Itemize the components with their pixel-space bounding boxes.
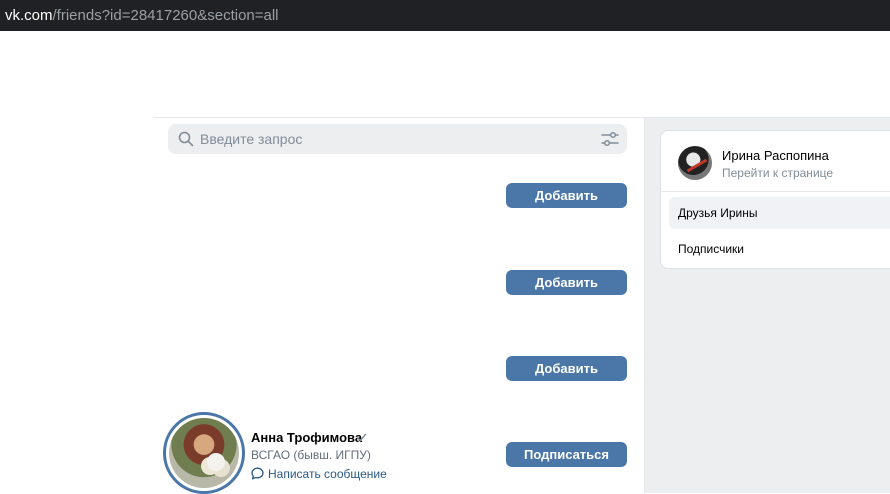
avatar-photo [169, 418, 239, 488]
goto-page-link[interactable]: Перейти к странице [722, 166, 833, 180]
subscribe-button[interactable]: Подписаться [506, 442, 627, 467]
add-friend-button-3[interactable]: Добавить [506, 356, 627, 381]
search-input[interactable] [200, 124, 590, 154]
right-sidebar: Ирина Распопина Перейти к странице Друзь… [644, 118, 890, 493]
avatar[interactable] [163, 412, 245, 494]
write-message-label: Написать сообщение [268, 467, 387, 481]
url-path: /friends?id=28417260&section=all [52, 7, 279, 24]
card-divider [661, 191, 890, 192]
list-item: Анна Трофимова ВСГАО (бывш. ИГПУ) Написа… [163, 412, 503, 494]
url-host: vk.com [5, 7, 53, 24]
friend-subtitle: ВСГАО (бывш. ИГПУ) [251, 448, 371, 462]
flower-decoration [207, 453, 225, 471]
verified-check-icon [356, 433, 367, 442]
menu-item-followers[interactable]: Подписчики [669, 233, 890, 265]
address-bar[interactable]: vk.com/friends?id=28417260&section=all [0, 0, 890, 31]
friend-name[interactable]: Анна Трофимова [251, 430, 362, 445]
friends-list-panel: Добавить Добавить Добавить Подписаться А… [153, 118, 643, 494]
profile-name[interactable]: Ирина Распопина [722, 148, 829, 163]
profile-card: Ирина Распопина Перейти к странице Друзь… [660, 130, 890, 269]
message-bubble-icon [251, 467, 264, 480]
menu-item-friends[interactable]: Друзья Ирины [669, 197, 890, 229]
add-friend-button-2[interactable]: Добавить [506, 270, 627, 295]
add-friend-button-1[interactable]: Добавить [506, 183, 627, 208]
search-bar [168, 124, 627, 154]
search-icon [178, 131, 194, 147]
write-message-link[interactable]: Написать сообщение [251, 467, 387, 481]
filter-icon[interactable] [601, 130, 619, 148]
profile-avatar[interactable] [678, 146, 712, 180]
